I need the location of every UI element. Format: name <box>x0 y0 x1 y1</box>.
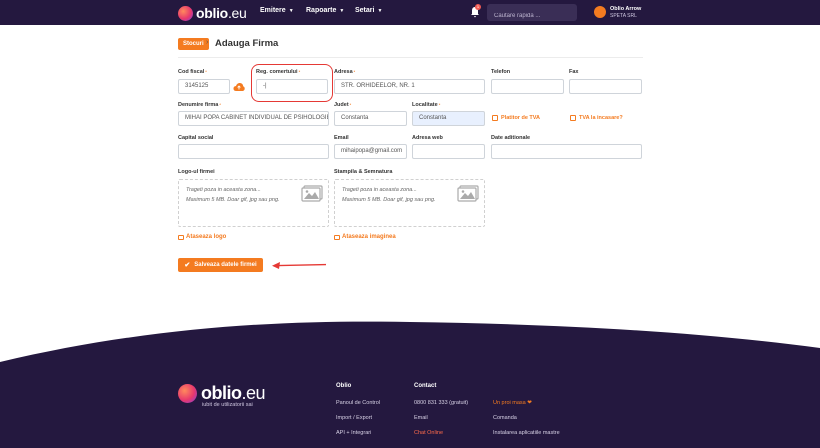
date-aditionale-label: Date aditionale <box>491 135 531 141</box>
footer-heading-oblio: Oblio <box>336 383 352 389</box>
arrow-annotation-icon <box>272 262 327 269</box>
footer-link[interactable]: Panoul de Control <box>336 400 380 406</box>
telefon-input[interactable] <box>491 79 564 94</box>
fax-input[interactable] <box>569 79 642 94</box>
highlight-annotation <box>251 64 333 102</box>
nav-rapoarte[interactable]: Rapoarte ▼ <box>306 7 344 14</box>
fax-label: Fax <box>569 69 579 75</box>
user-company: SPETA SRL <box>610 13 637 19</box>
user-name[interactable]: Oblio Arrow <box>610 6 641 12</box>
footer-logo[interactable]: oblio.eu <box>178 383 266 404</box>
logo-mark-icon <box>178 384 197 403</box>
footer-link[interactable]: API + Integrari <box>336 430 371 436</box>
attach-logo-link[interactable]: Ataseaza logo <box>178 234 226 240</box>
localitate-label: Localitate* <box>412 102 441 108</box>
avatar[interactable] <box>594 6 606 18</box>
oblio-logo[interactable]: oblio.eu <box>178 5 247 21</box>
platitor-tva-checkbox[interactable] <box>492 115 498 121</box>
top-navbar: oblio.eu Emitere▼ Rapoarte▼ Setari▼ 1 Ob… <box>0 0 820 25</box>
footer-heading-contact: Contact <box>414 383 437 389</box>
denumire-label: Denumire firma* <box>178 102 221 108</box>
logo-drop-hint: Trageti poza in aceasta zona... <box>186 187 261 193</box>
footer-background <box>0 321 820 448</box>
breadcrumb-stocuri[interactable]: Stocuri <box>178 38 209 50</box>
adresa-input[interactable]: STR. ORHIDEELOR, NR. 1 <box>334 79 485 94</box>
nav-emitere[interactable]: Emitere ▼ <box>260 7 294 14</box>
cod-fiscal-label: Cod fiscal* <box>178 69 207 75</box>
search-input[interactable] <box>487 7 577 25</box>
email-label: Email <box>334 135 349 141</box>
footer-link[interactable]: Instalarea aplicatiile mastre <box>493 430 560 436</box>
footer-chat[interactable]: Chat Online <box>414 430 443 436</box>
attach-image-link[interactable]: Ataseaza imaginea <box>334 234 396 240</box>
footer-phone[interactable]: 0800 831 333 (gratuit) <box>414 400 468 406</box>
chevron-down-icon: ▼ <box>339 7 345 14</box>
adresa-label: Adresa* <box>334 69 356 75</box>
footer-link-promo[interactable]: Un proi masa ❤ <box>493 400 532 406</box>
footer-email[interactable]: Email <box>414 415 428 421</box>
check-icon: ✔ <box>184 262 191 269</box>
adresa-web-input[interactable] <box>412 144 485 159</box>
denumire-input[interactable]: MIHAI POPA CABINET INDIVIDUAL DE PSIHOLO… <box>178 111 329 126</box>
stampila-drop-limit: Maximum 5 MB. Doar gif, jpg sau png. <box>342 197 436 203</box>
capital-social-label: Capital social <box>178 135 214 141</box>
judet-select[interactable]: Constanta <box>334 111 407 126</box>
chevron-down-icon: ▼ <box>288 7 294 14</box>
telefon-label: Telefon <box>491 69 511 75</box>
localitate-input[interactable]: Constanta <box>412 111 485 126</box>
logo-mark-icon <box>178 5 193 21</box>
chevron-down-icon: ▼ <box>377 7 383 14</box>
capital-social-input[interactable] <box>178 144 329 159</box>
page-title: Adauga Firma <box>215 38 279 49</box>
cod-fiscal-input[interactable]: 3145125 <box>178 79 230 94</box>
notification-badge: 1 <box>475 4 481 10</box>
cloud-upload-icon[interactable] <box>233 82 245 92</box>
date-aditionale-input[interactable] <box>491 144 642 159</box>
paperclip-icon <box>178 234 184 240</box>
stampila-drop-hint: Trageti poza in aceasta zona... <box>342 187 417 193</box>
tva-incasare-checkbox[interactable] <box>570 115 576 121</box>
adresa-web-label: Adresa web <box>412 135 443 141</box>
email-input[interactable]: mihaipopa@gmail.com <box>334 144 407 159</box>
paperclip-icon <box>334 234 340 240</box>
image-placeholder-icon <box>457 185 479 202</box>
nav-setari[interactable]: Setari ▼ <box>355 7 382 14</box>
chevron-right-icon: › <box>206 39 209 46</box>
quick-search[interactable] <box>487 4 577 25</box>
footer-tagline: iubit de utilizatorii sai <box>202 402 253 408</box>
footer-wordmark: oblio.eu <box>201 383 266 403</box>
platitor-tva-label[interactable]: Platitor de TVA <box>501 115 540 121</box>
judet-label: Judet* <box>334 102 352 108</box>
stampila-label: Stampila & Semnatura <box>334 169 393 175</box>
logo-label: Logo-ul firmei <box>178 169 215 175</box>
tva-incasare-label[interactable]: TVA la incasare? <box>579 115 623 121</box>
divider <box>178 57 643 58</box>
footer-link[interactable]: Import / Export <box>336 415 372 421</box>
footer-link[interactable]: Comanda <box>493 415 517 421</box>
save-company-button[interactable]: ✔ Salveaza datele firmei <box>178 258 263 272</box>
image-placeholder-icon <box>301 185 323 202</box>
logo-drop-limit: Maximum 5 MB. Doar gif, jpg sau png. <box>186 197 280 203</box>
logo-wordmark: oblio.eu <box>196 5 247 21</box>
